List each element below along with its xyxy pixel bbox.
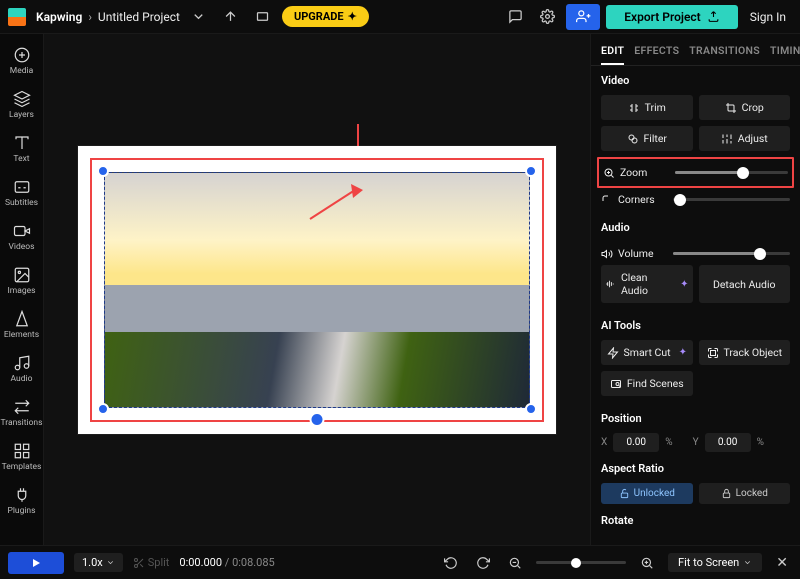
brand-name: Kapwing [36, 10, 82, 24]
aspect-unlocked[interactable]: Unlocked [601, 483, 693, 504]
corners-slider[interactable] [673, 198, 790, 201]
undo-icon[interactable] [440, 552, 462, 574]
section-rotate-title: Rotate [601, 514, 790, 527]
app-header: Kapwing › Untitled Project UPGRADE✦ Expo… [0, 0, 800, 34]
pos-x-input[interactable]: 0.00 [613, 433, 659, 452]
zoom-in-icon[interactable] [636, 552, 658, 574]
nav-layers[interactable]: Layers [0, 84, 44, 126]
nav-images[interactable]: Images [0, 260, 44, 302]
properties-panel: EDIT EFFECTS TRANSITIONS TIMING Video Tr… [590, 34, 800, 545]
nav-audio[interactable]: Audio [0, 348, 44, 390]
sparkle-icon: ✦ [680, 279, 688, 290]
resize-handle-br[interactable] [525, 403, 537, 415]
project-name[interactable]: Untitled Project [98, 10, 180, 24]
resize-handle-tl[interactable] [97, 165, 109, 177]
section-video-title: Video [601, 74, 790, 87]
play-button[interactable] [8, 552, 64, 574]
nav-text[interactable]: Text [0, 128, 44, 170]
kapwing-logo [8, 8, 26, 26]
tab-transitions[interactable]: TRANSITIONS [689, 40, 760, 65]
rotate-handle[interactable] [310, 412, 325, 427]
canvas-stage[interactable] [78, 146, 556, 434]
timeline-footer: 1.0x Split 0:00.000 / 0:08.085 Fit to Sc… [0, 545, 800, 579]
section-aspect-title: Aspect Ratio [601, 462, 790, 475]
chevron-down-icon[interactable] [186, 4, 212, 30]
nav-transitions[interactable]: Transitions [0, 392, 44, 434]
findscenes-button[interactable]: Find Scenes [601, 371, 693, 396]
pos-y-input[interactable]: 0.00 [705, 433, 751, 452]
tab-edit[interactable]: EDIT [601, 40, 624, 65]
canvas-area[interactable] [44, 34, 590, 545]
comment-icon[interactable] [502, 4, 528, 30]
split-button[interactable]: Split [133, 556, 170, 569]
export-button[interactable]: Export Project [606, 5, 737, 29]
resize-handle-bl[interactable] [97, 403, 109, 415]
zoom-label: Zoom [603, 166, 667, 179]
selected-clip[interactable] [104, 172, 530, 408]
crop-button[interactable]: Crop [699, 95, 791, 120]
zoom-out-icon[interactable] [504, 552, 526, 574]
tab-timing[interactable]: TIMING [770, 40, 800, 65]
timecode: 0:00.000 / 0:08.085 [179, 556, 274, 569]
tab-effects[interactable]: EFFECTS [634, 40, 679, 65]
sparkle-icon: ✦ [348, 10, 357, 23]
detach-audio-button[interactable]: Detach Audio [699, 265, 791, 303]
timeline-zoom-slider[interactable] [536, 561, 626, 564]
section-audio-title: Audio [601, 221, 790, 234]
upgrade-button[interactable]: UPGRADE✦ [282, 6, 369, 27]
speed-selector[interactable]: 1.0x [74, 553, 123, 572]
nav-elements[interactable]: Elements [0, 304, 44, 346]
pos-x-label: X [601, 437, 607, 448]
nav-subtitles[interactable]: Subtitles [0, 172, 44, 214]
adjust-button[interactable]: Adjust [699, 126, 791, 151]
section-ai-title: AI Tools [601, 319, 790, 332]
nav-templates[interactable]: Templates [0, 436, 44, 478]
zoom-slider[interactable] [675, 171, 788, 174]
panel-tabs: EDIT EFFECTS TRANSITIONS TIMING [591, 34, 800, 66]
clean-audio-button[interactable]: Clean Audio✦ [601, 265, 693, 303]
upload-icon[interactable] [218, 4, 244, 30]
section-position-title: Position [601, 412, 790, 425]
breadcrumb-sep: › [88, 10, 92, 24]
redo-icon[interactable] [472, 552, 494, 574]
fit-to-screen-button[interactable]: Fit to Screen [668, 553, 762, 572]
volume-label: Volume [601, 247, 665, 260]
nav-media[interactable]: Media [0, 40, 44, 82]
sparkle-icon: ✦ [679, 347, 687, 358]
trim-button[interactable]: Trim [601, 95, 693, 120]
close-panel-icon[interactable]: ✕ [772, 555, 792, 571]
smartcut-button[interactable]: Smart Cut✦ [601, 340, 693, 365]
trackobject-button[interactable]: Track Object [699, 340, 791, 365]
filter-button[interactable]: Filter [601, 126, 693, 151]
share-button[interactable] [566, 4, 600, 30]
gear-icon[interactable] [534, 4, 560, 30]
aspect-icon[interactable] [250, 4, 276, 30]
nav-plugins[interactable]: Plugins [0, 480, 44, 522]
resize-handle-tr[interactable] [525, 165, 537, 177]
nav-videos[interactable]: Videos [0, 216, 44, 258]
signin-button[interactable]: Sign In [744, 10, 792, 24]
pos-y-label: Y [693, 437, 699, 448]
left-sidebar: Media Layers Text Subtitles Videos Image… [0, 34, 44, 545]
aspect-locked[interactable]: Locked [699, 483, 791, 504]
volume-slider[interactable] [673, 252, 790, 255]
corners-label: Corners [601, 193, 665, 206]
